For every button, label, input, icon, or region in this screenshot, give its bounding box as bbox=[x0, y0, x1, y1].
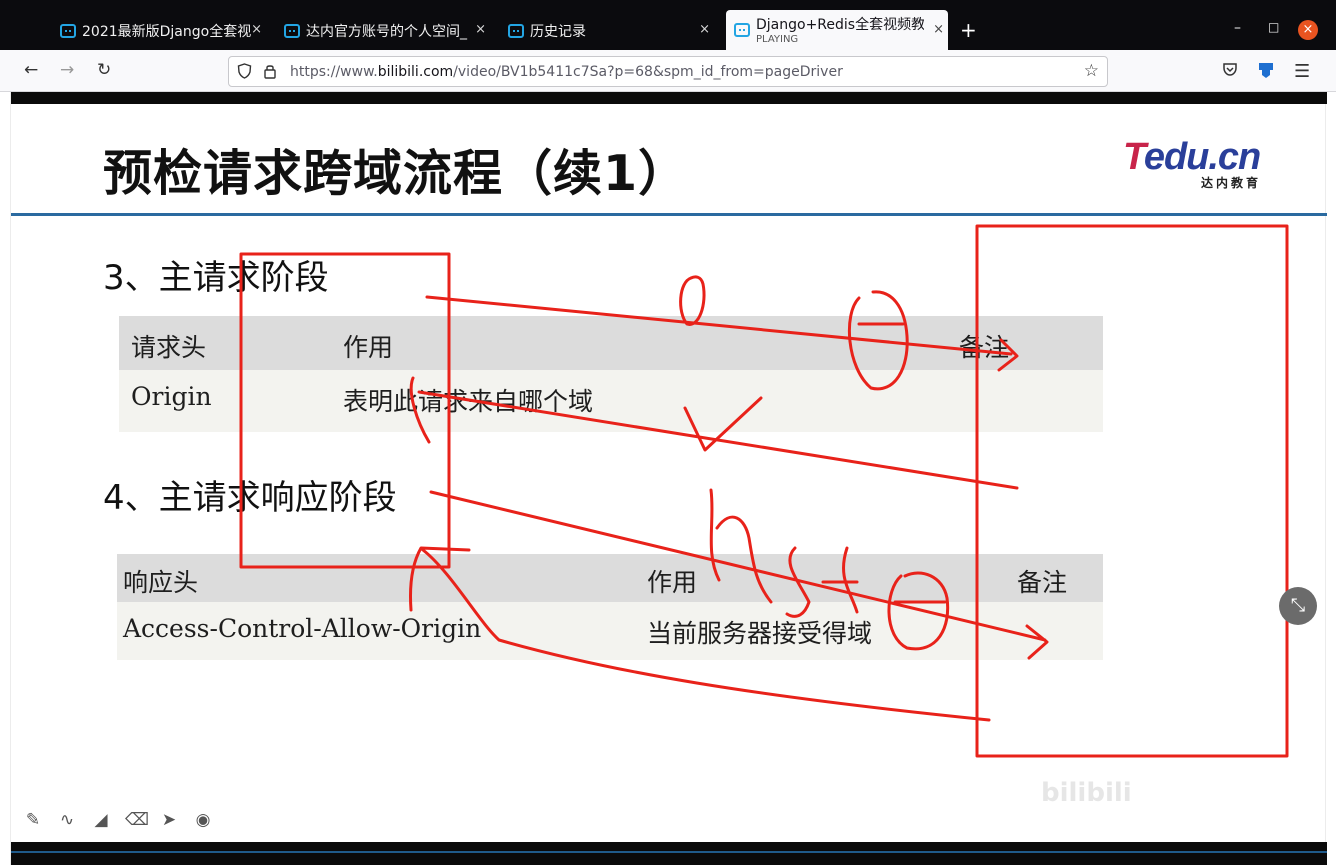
tab-title: 达内官方账号的个人空间_ bbox=[306, 24, 467, 40]
tab-history[interactable]: 历史记录 × bbox=[508, 14, 714, 48]
pencil-icon[interactable]: ✎ bbox=[23, 810, 43, 830]
star-icon[interactable]: ☆ bbox=[1084, 61, 1099, 81]
table-header-row: 响应头 作用 备注 bbox=[117, 554, 1103, 602]
shield-icon[interactable] bbox=[237, 63, 252, 83]
bilibili-tab-icon bbox=[60, 24, 76, 38]
pointer-icon[interactable]: ➤ bbox=[159, 810, 179, 830]
section-3-heading: 3、主请求阶段 bbox=[103, 258, 329, 298]
table-row: Access-Control-Allow-Origin 当前服务器接受得域 bbox=[117, 602, 1103, 660]
letterbox-top bbox=[11, 92, 1327, 104]
bilibili-tab-icon bbox=[284, 24, 300, 38]
pen-toolbar: ✎ ∿ ◢ ⌫ ➤ ◉ bbox=[23, 810, 213, 834]
window-close-button[interactable]: × bbox=[1298, 20, 1318, 40]
title-divider bbox=[11, 213, 1327, 216]
tab-django-course[interactable]: 2021最新版Django全套视 × bbox=[60, 14, 266, 48]
highlighter-icon[interactable]: ◢ bbox=[91, 810, 111, 830]
table-cell: Access-Control-Allow-Origin bbox=[123, 614, 482, 643]
curve-icon[interactable]: ∿ bbox=[57, 810, 77, 830]
tedu-logo: Tedu.cn bbox=[1123, 136, 1261, 179]
exit-fullscreen-button[interactable]: ⤡ bbox=[1279, 587, 1317, 625]
tab-title: Django+Redis全套视频教 bbox=[756, 17, 924, 33]
header-cell: 请求头 bbox=[131, 333, 207, 362]
video-player[interactable]: 预检请求跨域流程（续1） Tedu.cn 达内教育 3、主请求阶段 请求头 作用… bbox=[10, 92, 1327, 865]
forward-button[interactable]: → bbox=[60, 60, 74, 80]
tab-title: 2021最新版Django全套视 bbox=[82, 24, 252, 40]
slide-title: 预检请求跨域流程（续1） bbox=[103, 145, 689, 202]
response-header-table: 响应头 作用 备注 Access-Control-Allow-Origin 当前… bbox=[117, 554, 1103, 660]
record-icon[interactable]: ◉ bbox=[193, 810, 213, 830]
lock-icon[interactable] bbox=[263, 63, 277, 83]
header-cell: 作用 bbox=[647, 568, 698, 597]
table-header-row: 请求头 作用 备注 bbox=[119, 316, 1103, 370]
bilibili-watermark: bilibili bbox=[1041, 778, 1132, 808]
tab-django-redis-video[interactable]: Django+Redis全套视频教 PLAYING × bbox=[726, 10, 948, 50]
tab-close-icon[interactable]: × bbox=[251, 22, 262, 37]
pocket-icon[interactable] bbox=[1222, 61, 1238, 81]
letterbox-bottom bbox=[11, 842, 1327, 865]
eraser-icon[interactable]: ⌫ bbox=[125, 810, 149, 830]
tab-title: 历史记录 bbox=[530, 24, 586, 40]
header-cell: 备注 bbox=[1017, 568, 1068, 597]
hamburger-menu-icon[interactable]: ☰ bbox=[1294, 61, 1310, 82]
header-cell: 备注 bbox=[959, 333, 1010, 362]
tedu-logo-subtitle: 达内教育 bbox=[1201, 176, 1262, 190]
request-header-table: 请求头 作用 备注 Origin 表明此请求来自哪个域 bbox=[119, 316, 1103, 432]
annotation-right-box bbox=[975, 224, 1289, 758]
table-cell: Origin bbox=[131, 382, 212, 411]
logo-t: T bbox=[1123, 136, 1145, 178]
maximize-button[interactable]: □ bbox=[1268, 20, 1279, 34]
table-cell: 表明此请求来自哪个域 bbox=[343, 387, 594, 416]
reload-button[interactable]: ↻ bbox=[97, 60, 111, 80]
header-cell: 响应头 bbox=[123, 568, 199, 597]
url-path: /video/BV1b5411c7Sa?p=68&spm_id_from=pag… bbox=[453, 64, 843, 80]
table-cell: 当前服务器接受得域 bbox=[647, 619, 873, 648]
browser-title-bar: 2021最新版Django全套视 × 达内官方账号的个人空间_ × 历史记录 ×… bbox=[0, 0, 1336, 50]
tab-close-icon[interactable]: × bbox=[933, 22, 944, 37]
table-row: Origin 表明此请求来自哪个域 bbox=[119, 370, 1103, 432]
back-button[interactable]: ← bbox=[24, 60, 38, 80]
minimize-button[interactable]: – bbox=[1234, 20, 1241, 36]
bilibili-tab-icon bbox=[734, 23, 750, 37]
tab-close-icon[interactable]: × bbox=[475, 22, 486, 37]
section-4-heading: 4、主请求响应阶段 bbox=[103, 478, 397, 518]
url-prefix: https://www. bbox=[290, 64, 378, 80]
logo-text: edu.cn bbox=[1143, 136, 1261, 178]
tab-tedu-space[interactable]: 达内官方账号的个人空间_ × bbox=[284, 14, 490, 48]
navigation-toolbar: ← → ↻ https://www.bilibili.com/video/BV1… bbox=[0, 50, 1336, 92]
header-cell: 作用 bbox=[343, 333, 394, 362]
tab-close-icon[interactable]: × bbox=[699, 22, 710, 37]
tab-playing-indicator: PLAYING bbox=[756, 34, 799, 45]
extension-icon[interactable] bbox=[1257, 61, 1275, 83]
url-host: bilibili.com bbox=[377, 64, 454, 80]
new-tab-button[interactable]: + bbox=[960, 18, 977, 42]
url-text[interactable]: https://www.bilibili.com/video/BV1b5411c… bbox=[290, 64, 843, 80]
url-bar[interactable]: https://www.bilibili.com/video/BV1b5411c… bbox=[228, 56, 1108, 87]
bilibili-tab-icon bbox=[508, 24, 524, 38]
